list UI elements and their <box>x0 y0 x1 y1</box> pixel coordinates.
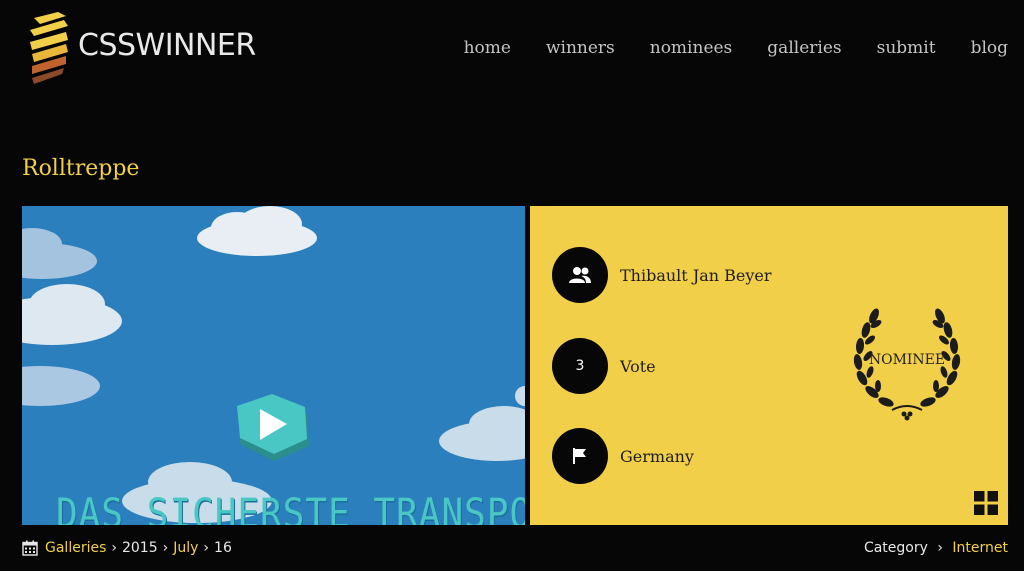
vote-label[interactable]: Vote <box>620 357 656 376</box>
site-preview[interactable]: DAS SICHERSTE TRANSPORTMITTEL? <box>22 206 525 525</box>
breadcrumb-separator: › <box>111 540 117 556</box>
vote-count: 3 <box>552 338 608 394</box>
nav-galleries[interactable]: galleries <box>767 38 841 58</box>
clouds-illustration <box>22 206 525 523</box>
nav-nominees[interactable]: nominees <box>650 38 733 58</box>
country-row: Germany <box>552 428 694 484</box>
breadcrumb: Galleries › 2015 › July › 16 <box>22 540 232 556</box>
preview-headline: DAS SICHERSTE TRANSPORTMITTEL? <box>56 490 525 525</box>
nav-winners[interactable]: winners <box>546 38 615 58</box>
page-title: Rolltreppe <box>22 156 140 181</box>
breadcrumb-separator: › <box>937 540 943 556</box>
nav-submit[interactable]: submit <box>877 38 936 58</box>
nominee-badge: NOMINEE <box>868 352 946 368</box>
breadcrumb-separator: › <box>203 540 210 556</box>
designer-row: Thibault Jan Beyer <box>552 247 772 303</box>
breadcrumb-month[interactable]: July <box>173 540 198 556</box>
nav-home[interactable]: home <box>464 38 511 58</box>
breadcrumb-day: 16 <box>214 540 232 556</box>
vote-row: 3 Vote <box>552 338 656 394</box>
designer-name[interactable]: Thibault Jan Beyer <box>620 266 772 285</box>
category-label: Category <box>863 540 928 556</box>
play-button[interactable] <box>237 394 309 461</box>
category-info: Category › Internet <box>864 540 1008 556</box>
flag-icon <box>552 428 608 484</box>
brand-name[interactable]: CSSWINNER <box>78 28 256 63</box>
country-name: Germany <box>620 446 694 466</box>
category-link[interactable]: Internet <box>952 540 1008 556</box>
users-icon <box>552 247 608 303</box>
calendar-icon <box>22 540 38 556</box>
nav-blog[interactable]: blog <box>971 38 1008 58</box>
csswinner-logo-icon[interactable] <box>28 12 70 86</box>
main-nav: home winners nominees galleries submit b… <box>429 38 1008 58</box>
grid-icon[interactable] <box>974 491 998 515</box>
breadcrumb-year: 2015 <box>121 540 158 556</box>
breadcrumb-galleries[interactable]: Galleries <box>45 540 106 556</box>
info-panel: Thibault Jan Beyer 3 Vote Germany NOMINE… <box>530 206 1008 525</box>
breadcrumb-separator: › <box>162 540 169 556</box>
